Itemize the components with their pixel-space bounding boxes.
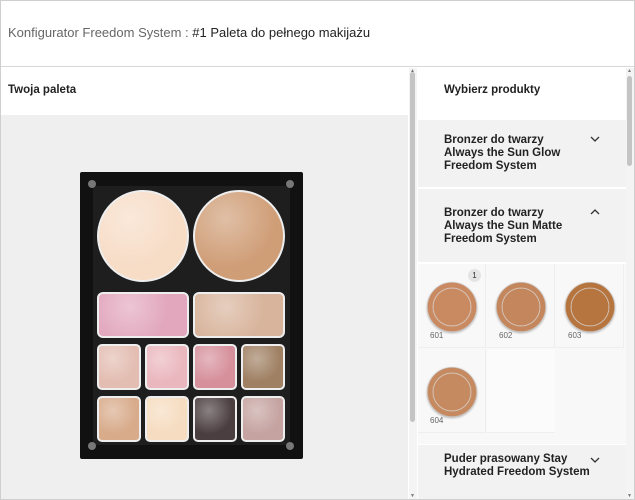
palette-panel-title: Twoja paleta	[8, 84, 77, 96]
palette-pan[interactable]	[193, 292, 285, 338]
empty-grid-cell	[487, 349, 555, 433]
product-swatch[interactable]	[427, 367, 477, 417]
palette-pan[interactable]	[145, 396, 189, 442]
palette-pan[interactable]	[241, 344, 285, 390]
product-tile-603[interactable]: 603	[556, 264, 624, 348]
accordion-label: Puder prasowany Stay Hydrated Freedom Sy…	[444, 453, 590, 478]
palette-pan[interactable]	[97, 292, 189, 338]
scroll-up-arrow-icon[interactable]: ▲	[627, 68, 632, 74]
palette-pan[interactable]	[145, 344, 189, 390]
product-tile-601[interactable]: 1 601	[418, 264, 486, 348]
right-scrollbar-thumb[interactable]	[627, 76, 632, 166]
accordion-label: Bronzer do twarzy Always the Sun Matte F…	[444, 207, 563, 245]
page-title: Konfigurator Freedom System : #1 Paleta …	[8, 25, 370, 40]
right-scrollbar[interactable]: ▲ ▼	[626, 68, 634, 499]
palette-pan[interactable]	[193, 344, 237, 390]
palette-case	[80, 172, 303, 459]
selected-count-badge: 1	[468, 269, 481, 282]
product-swatch[interactable]	[565, 282, 615, 332]
palette-pan[interactable]	[193, 396, 237, 442]
product-code: 602	[499, 331, 513, 340]
product-code: 604	[430, 416, 444, 425]
title-separator: :	[185, 25, 189, 40]
product-swatch[interactable]	[427, 282, 477, 332]
product-swatch[interactable]	[496, 282, 546, 332]
palette-pan[interactable]	[241, 396, 285, 442]
product-picker-title: Wybierz produkty	[444, 84, 541, 96]
palette-pan[interactable]	[193, 190, 285, 282]
scroll-down-arrow-icon[interactable]: ▼	[627, 493, 632, 499]
product-grid: 1 601 602 603 604	[418, 264, 626, 444]
accordion-label: Bronzer do twarzy Always the Sun Glow Fr…	[444, 134, 561, 172]
accordion-glow-bronzer[interactable]: Bronzer do twarzy Always the Sun Glow Fr…	[418, 120, 626, 188]
product-picker-panel: Wybierz produkty Bronzer do twarzy Alway…	[418, 68, 626, 499]
chevron-down-icon[interactable]	[590, 455, 600, 465]
product-tile-604[interactable]: 604	[418, 349, 486, 433]
page-header: Konfigurator Freedom System : #1 Paleta …	[1, 1, 634, 67]
product-code: 603	[568, 331, 582, 340]
palette-pan[interactable]	[97, 344, 141, 390]
left-scrollbar-thumb[interactable]	[410, 72, 415, 422]
palette-pan[interactable]	[97, 396, 141, 442]
magnet-dot	[286, 442, 294, 450]
magnet-dot	[286, 180, 294, 188]
palette-panel-header: Twoja paleta	[1, 68, 408, 115]
chevron-down-icon[interactable]	[590, 134, 600, 144]
product-code: 601	[430, 331, 444, 340]
chevron-up-icon[interactable]	[590, 207, 600, 217]
app-title: Konfigurator Freedom System	[8, 25, 182, 40]
scroll-down-arrow-icon[interactable]: ▼	[410, 493, 415, 499]
magnet-dot	[88, 442, 96, 450]
accordion-matte-bronzer[interactable]: Bronzer do twarzy Always the Sun Matte F…	[418, 189, 626, 263]
left-scrollbar[interactable]: ▲ ▼	[409, 68, 417, 499]
product-tile-602[interactable]: 602	[487, 264, 555, 348]
palette-pan[interactable]	[97, 190, 189, 282]
magnet-dot	[88, 180, 96, 188]
palette-name: #1 Paleta do pełnego makijażu	[192, 25, 371, 40]
accordion-pressed-powder[interactable]: Puder prasowany Stay Hydrated Freedom Sy…	[418, 445, 626, 499]
